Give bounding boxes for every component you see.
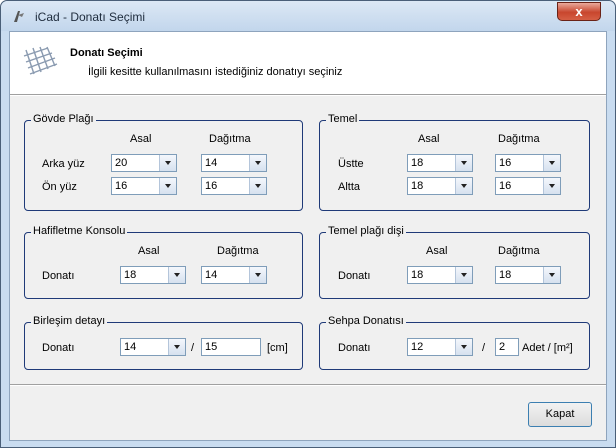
chevron-down-icon[interactable] [249, 178, 266, 194]
footer-divider [10, 384, 606, 386]
temel-plagi-disi-group: Temel plağı dişi Asal Dağıtma Donatı 18 … [319, 225, 590, 299]
govde-on-asal-select[interactable]: 16 [111, 177, 177, 195]
chevron-down-icon[interactable] [455, 155, 472, 171]
chevron-down-icon[interactable] [168, 267, 185, 283]
chevron-down-icon[interactable] [543, 267, 560, 283]
chevron-down-icon[interactable] [543, 155, 560, 171]
temel-disi-row-label: Donatı [338, 270, 371, 282]
temel-disi-dagitma-header: Dağıtma [498, 245, 540, 257]
birlesim-spacing-input[interactable]: 15 [201, 338, 261, 356]
sehpa-legend: Sehpa Donatısı [326, 315, 406, 327]
close-button[interactable]: x [557, 2, 601, 21]
sehpa-donatisi-group: Sehpa Donatısı Donatı 12 / 2 Adet / [m²] [319, 315, 590, 370]
chevron-down-icon[interactable] [249, 267, 266, 283]
rebar-mesh-icon [23, 46, 58, 75]
govde-arka-asal-select[interactable]: 20 [111, 154, 177, 172]
header-divider [10, 94, 606, 96]
birlesim-donati-select[interactable]: 14 [120, 338, 186, 356]
birlesim-unit: [cm] [267, 342, 288, 354]
chevron-down-icon[interactable] [249, 155, 266, 171]
temel-row1-label: Üstte [338, 158, 364, 170]
temel-ustte-asal-select[interactable]: 18 [407, 154, 473, 172]
header-subtitle: İlgili kesitte kullanılmasını istediğini… [88, 66, 343, 78]
chevron-down-icon[interactable] [455, 267, 472, 283]
temel-ustte-dagitma-select[interactable]: 16 [495, 154, 561, 172]
temel-asal-header: Asal [418, 133, 440, 145]
hafifletme-dagitma-select[interactable]: 14 [201, 266, 267, 284]
chevron-down-icon[interactable] [455, 339, 472, 355]
temel-disi-asal-header: Asal [426, 245, 448, 257]
dialog-header: Donatı Seçimi İlgili kesitte kullanılmas… [10, 32, 606, 94]
app-icon [14, 11, 24, 22]
chevron-down-icon[interactable] [543, 178, 560, 194]
temel-disi-dagitma-select[interactable]: 18 [495, 266, 561, 284]
header-title: Donatı Seçimi [70, 47, 143, 59]
sehpa-donati-select[interactable]: 12 [407, 338, 473, 356]
temel-dagitma-header: Dağıtma [498, 133, 540, 145]
govde-dagitma-header: Dağıtma [209, 133, 251, 145]
window-title: iCad - Donatı Seçimi [35, 10, 146, 24]
temel-altta-dagitma-select[interactable]: 16 [495, 177, 561, 195]
birlesim-row-label: Donatı [42, 342, 75, 354]
close-dialog-button[interactable]: Kapat [528, 402, 592, 427]
hafifletme-konsolu-group: Hafifletme Konsolu Asal Dağıtma Donatı 1… [24, 225, 303, 299]
birlesim-slash: / [191, 342, 195, 354]
temel-row2-label: Altta [338, 181, 361, 193]
chevron-down-icon[interactable] [455, 178, 472, 194]
temel-legend: Temel [326, 113, 360, 125]
birlesim-detayi-group: Birleşim detayı Donatı 14 / 15 [cm] [24, 315, 303, 370]
temel-altta-asal-select[interactable]: 18 [407, 177, 473, 195]
hafifletme-dagitma-header: Dağıtma [217, 245, 259, 257]
sehpa-row-label: Donatı [338, 342, 371, 354]
govde-on-dagitma-select[interactable]: 16 [201, 177, 267, 195]
dialog-window: iCad - Donatı Seçimi x Donatı Seçimi İlg… [0, 0, 616, 448]
temel-disi-legend: Temel plağı dişi [326, 225, 406, 237]
title-bar: iCad - Donatı Seçimi x [1, 1, 615, 31]
sehpa-slash: / [482, 342, 486, 354]
hafifletme-legend: Hafifletme Konsolu [31, 225, 128, 237]
dialog-client: Donatı Seçimi İlgili kesitte kullanılmas… [9, 31, 607, 441]
sehpa-unit: Adet / [m²] [522, 342, 573, 354]
chevron-down-icon[interactable] [159, 178, 176, 194]
govde-plagi-group: Gövde Plağı Asal Dağıtma Arka yüz 20 14 … [24, 113, 303, 211]
govde-arka-dagitma-select[interactable]: 14 [201, 154, 267, 172]
govde-plagi-legend: Gövde Plağı [31, 113, 96, 125]
chevron-down-icon[interactable] [159, 155, 176, 171]
govde-asal-header: Asal [130, 133, 152, 145]
temel-disi-asal-select[interactable]: 18 [407, 266, 473, 284]
hafifletme-asal-select[interactable]: 18 [120, 266, 186, 284]
hafifletme-asal-header: Asal [138, 245, 160, 257]
hafifletme-row-label: Donatı [42, 270, 75, 282]
temel-group: Temel Asal Dağıtma Üstte 18 16 Altta 18 … [319, 113, 590, 211]
sehpa-count-input[interactable]: 2 [495, 338, 519, 356]
govde-row1-label: Arka yüz [42, 158, 85, 170]
birlesim-legend: Birleşim detayı [31, 315, 108, 327]
govde-row2-label: Ön yüz [42, 181, 77, 193]
chevron-down-icon[interactable] [168, 339, 185, 355]
